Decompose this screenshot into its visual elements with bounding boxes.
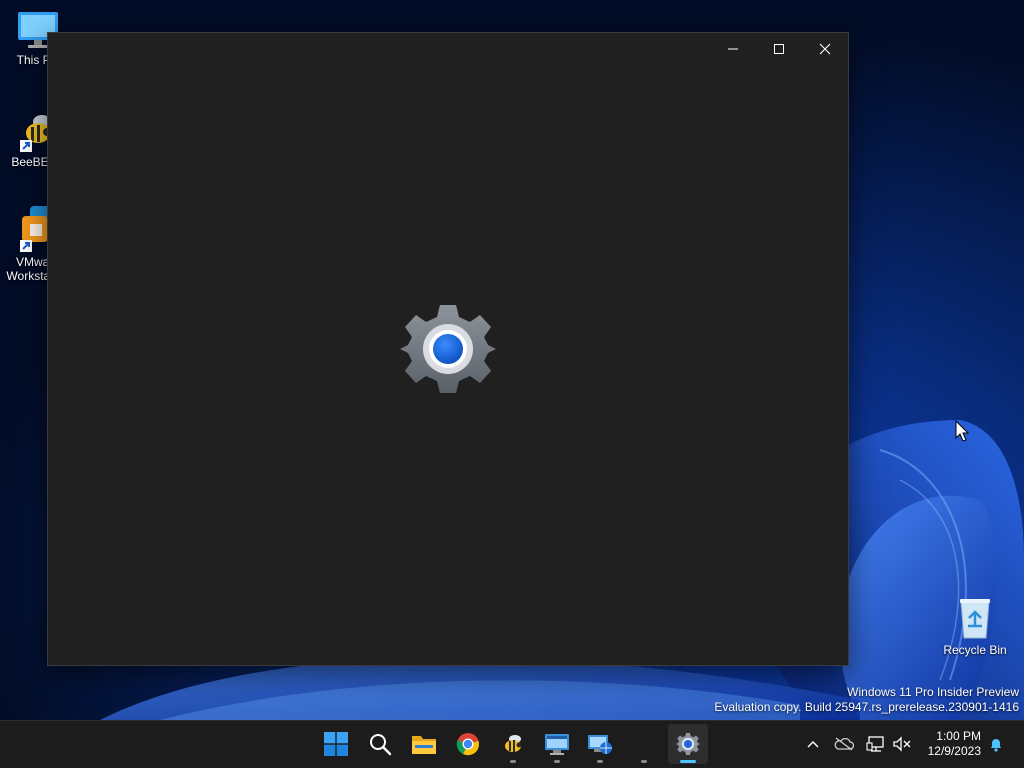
desktop-icon-recycle-bin[interactable]: Recycle Bin	[937, 596, 1013, 657]
tray-onedrive[interactable]	[833, 733, 855, 755]
chrome-icon	[456, 733, 479, 756]
gear-icon	[676, 733, 700, 755]
maximize-button[interactable]	[756, 33, 802, 65]
running-indicator	[510, 760, 516, 763]
evaluation-watermark: Windows 11 Pro Insider Preview Evaluatio…	[714, 685, 1019, 714]
settings-window[interactable]	[47, 32, 849, 666]
bell-icon	[991, 739, 1001, 752]
close-button[interactable]	[802, 33, 848, 65]
running-indicator	[641, 760, 647, 763]
windows-logo-icon	[324, 732, 348, 756]
taskbar-search-button[interactable]	[360, 724, 400, 764]
taskbar-beebeep[interactable]	[493, 724, 533, 764]
taskbar-file-explorer[interactable]	[404, 724, 444, 764]
minimize-icon	[728, 48, 738, 50]
network-globe-icon	[588, 735, 612, 754]
recycle-bin-icon	[960, 599, 990, 639]
active-indicator	[680, 760, 696, 763]
volume-muted-icon	[893, 736, 911, 752]
search-icon	[370, 734, 392, 756]
close-icon	[819, 43, 831, 55]
taskbar: 1:00 PM 12/9/2023	[0, 720, 1024, 768]
taskbar-clock[interactable]: 1:00 PM 12/9/2023	[928, 729, 981, 759]
bee-icon	[505, 735, 522, 752]
gear-icon	[400, 305, 496, 393]
running-indicator	[554, 760, 560, 763]
tray-show-hidden-button[interactable]	[802, 733, 824, 755]
onedrive-icon	[834, 737, 854, 751]
minimize-button[interactable]	[710, 33, 756, 65]
taskbar-network-app[interactable]	[580, 724, 620, 764]
taskbar-start-button[interactable]	[316, 724, 356, 764]
taskbar-settings[interactable]	[668, 724, 708, 764]
maximize-icon	[774, 44, 784, 54]
remote-desktop-icon	[545, 734, 569, 755]
chevron-up-icon	[807, 741, 819, 748]
notification-center-button[interactable]	[985, 733, 1007, 755]
taskbar-chrome[interactable]	[448, 724, 488, 764]
tray-volume[interactable]	[891, 733, 913, 755]
running-indicator	[597, 760, 603, 763]
taskbar-app[interactable]	[624, 724, 664, 764]
tray-network[interactable]	[865, 733, 887, 755]
network-icon	[866, 736, 884, 752]
folder-icon	[412, 736, 436, 754]
mouse-cursor-icon	[955, 420, 969, 442]
taskbar-remote-desktop[interactable]	[537, 724, 577, 764]
